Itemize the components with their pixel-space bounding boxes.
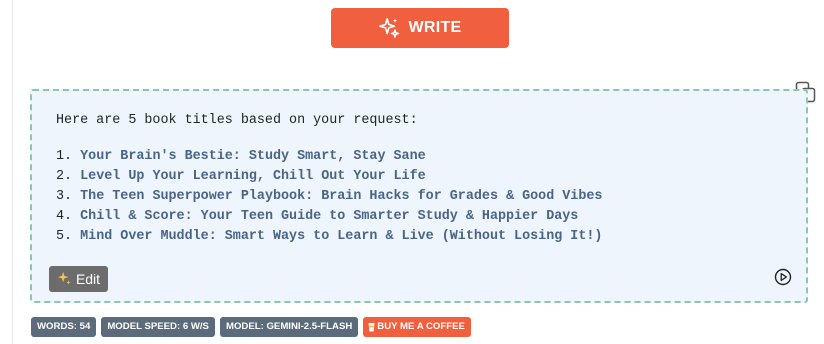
item-number: 2.: [56, 169, 73, 184]
write-button-label: WRITE: [408, 19, 462, 36]
item-number: 1.: [56, 149, 73, 164]
result-box: Here are 5 book titles based on your req…: [30, 89, 808, 303]
book-title: Mind Over Muddle: Smart Ways to Learn & …: [80, 229, 603, 244]
item-number: 3.: [56, 189, 73, 204]
buy-coffee-label: BUY ME A COFFEE: [377, 321, 465, 332]
list-item: 2. Level Up Your Learning, Chill Out You…: [56, 167, 602, 187]
buy-coffee-button[interactable]: BUY ME A COFFEE: [363, 317, 471, 337]
word-count-badge: WORDS: 54: [31, 317, 97, 337]
write-button[interactable]: WRITE: [331, 8, 509, 48]
book-title: The Teen Superpower Playbook: Brain Hack…: [80, 189, 603, 204]
sparkle-icon: [57, 271, 71, 285]
model-badge: MODEL: GEMINI-2.5-FLASH: [219, 317, 359, 337]
book-title: Your Brain's Bestie: Study Smart, Stay S…: [80, 149, 426, 164]
item-number: 4.: [56, 209, 73, 224]
list-item: 3. The Teen Superpower Playbook: Brain H…: [56, 187, 602, 207]
play-icon[interactable]: [774, 268, 792, 286]
edit-button-label: Edit: [75, 271, 101, 287]
left-divider: [12, 0, 13, 344]
edit-button[interactable]: Edit: [49, 266, 108, 292]
book-title: Level Up Your Learning, Chill Out Your L…: [80, 169, 426, 184]
stats-bar: WORDS: 54 MODEL SPEED: 6 W/S MODEL: GEMI…: [31, 317, 471, 337]
coffee-cup-icon: [368, 323, 375, 332]
result-text: Here are 5 book titles based on your req…: [56, 111, 602, 247]
result-intro: Here are 5 book titles based on your req…: [56, 113, 418, 128]
sparkles-icon: [379, 18, 400, 38]
list-item: 4. Chill & Score: Your Teen Guide to Sma…: [56, 207, 602, 227]
titles-list: 1. Your Brain's Bestie: Study Smart, Sta…: [56, 147, 602, 247]
list-item: 5. Mind Over Muddle: Smart Ways to Learn…: [56, 227, 602, 247]
item-number: 5.: [56, 229, 73, 244]
book-title: Chill & Score: Your Teen Guide to Smarte…: [80, 209, 579, 224]
model-speed-badge: MODEL SPEED: 6 W/S: [101, 317, 215, 337]
list-item: 1. Your Brain's Bestie: Study Smart, Sta…: [56, 147, 602, 167]
